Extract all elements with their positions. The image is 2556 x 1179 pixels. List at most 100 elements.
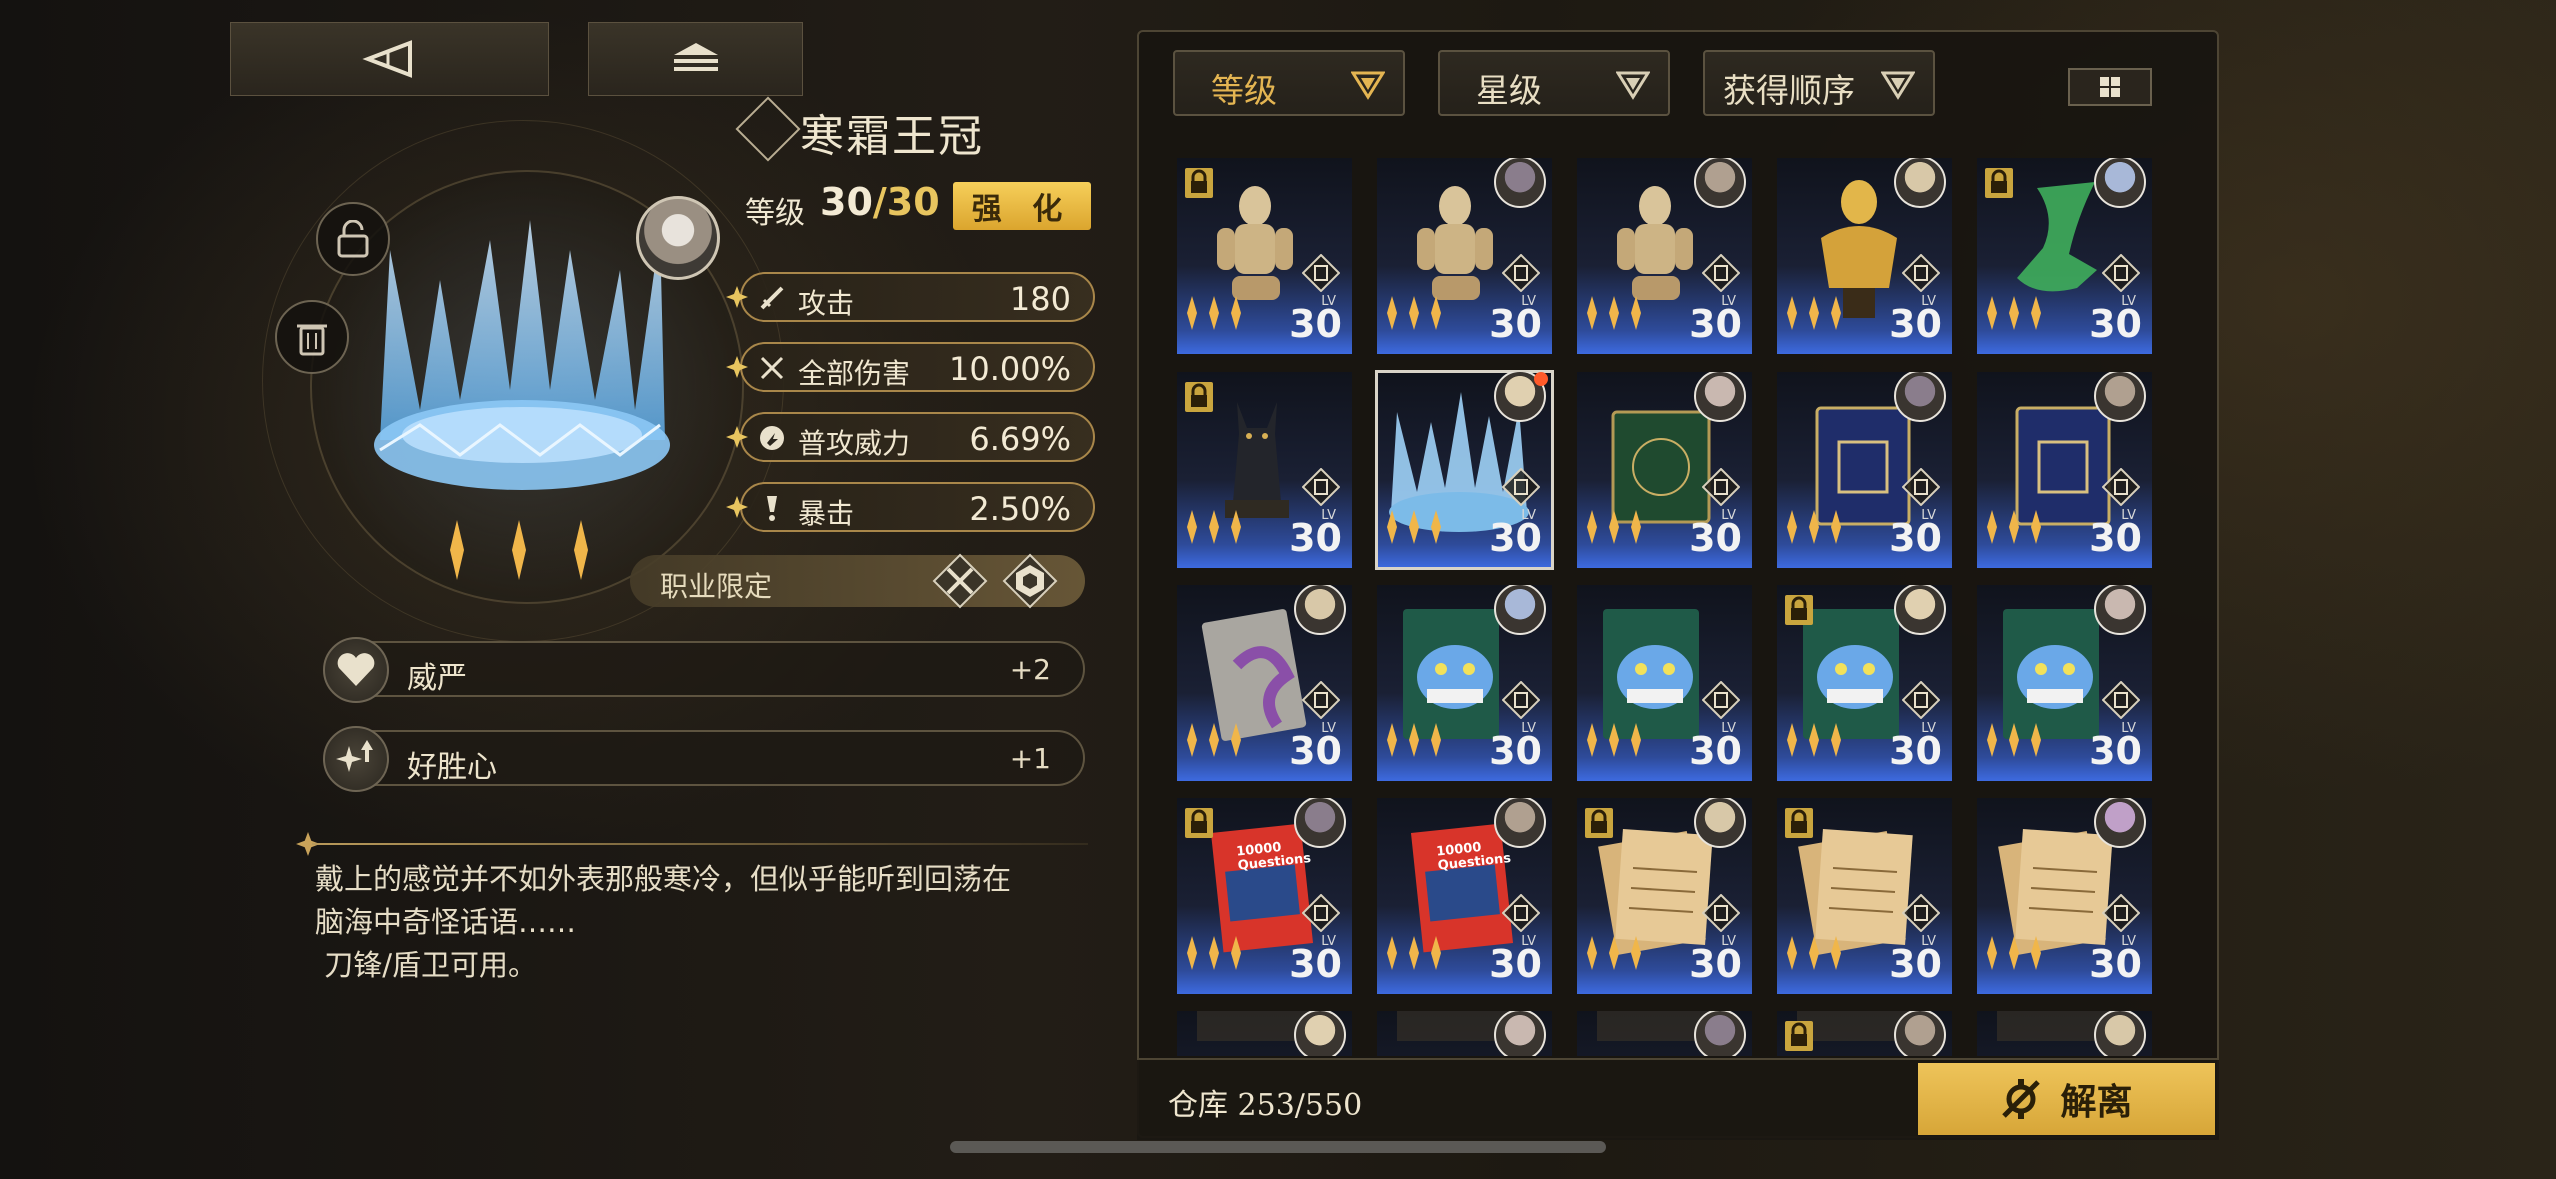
inventory-card-unknown[interactable] xyxy=(1777,1011,1952,1056)
screen: 寒霜王冠 等级 30/30 强 化 攻击 180 全部伤害 10.00% 普攻威… xyxy=(0,0,2556,1179)
inventory-card-gold-bust[interactable]: LV 30 xyxy=(1777,158,1952,354)
star-icon xyxy=(1609,510,1619,544)
star-icon xyxy=(2031,510,2041,544)
inventory-card-jade-dancer[interactable]: LV 30 xyxy=(1977,158,2152,354)
star-icon xyxy=(1809,296,1819,330)
home-indicator[interactable] xyxy=(950,1141,1606,1153)
star-icon xyxy=(1187,510,1197,544)
star-icon xyxy=(1387,936,1397,970)
inventory-card-music-sheet[interactable]: LV 30 xyxy=(1777,798,1952,994)
inventory-card-tentacle-card[interactable]: LV 30 xyxy=(1177,585,1352,781)
filter-order-dropdown[interactable]: 获得顺序 xyxy=(1703,50,1935,116)
star-icon xyxy=(2031,936,2041,970)
back-arrow-icon xyxy=(361,40,412,78)
inventory-card-black-cat[interactable]: LV 30 xyxy=(1177,372,1352,568)
star-icon xyxy=(1409,296,1419,330)
sword-icon xyxy=(760,286,784,310)
card-level: 30 xyxy=(1689,516,1742,560)
card-stars xyxy=(1785,936,1843,970)
inventory-card-unknown[interactable] xyxy=(1577,1011,1752,1056)
owner-avatar xyxy=(1494,158,1546,208)
home-button[interactable] xyxy=(588,22,803,96)
star-icon xyxy=(1631,296,1641,330)
owner-avatar xyxy=(2094,585,2146,635)
inventory-card-wooden-doll[interactable]: LV 30 xyxy=(1177,158,1352,354)
card-stars xyxy=(1785,296,1843,330)
item-description: 戴上的感觉并不如外表那般寒冷，但似乎能听到回荡在 脑海中奇怪话语…… 刀锋/盾卫… xyxy=(315,858,1095,987)
star-icon xyxy=(1787,936,1797,970)
star-icon xyxy=(1609,723,1619,757)
trash-icon xyxy=(297,324,327,356)
inventory-card-wooden-doll[interactable]: LV 30 xyxy=(1577,158,1752,354)
star-icon xyxy=(1209,936,1219,970)
filter-level-dropdown[interactable]: 等级 xyxy=(1173,50,1405,116)
owner-avatar xyxy=(1494,798,1546,848)
accessory-type-icon xyxy=(2102,681,2140,719)
skill-row-dignity[interactable]: 威严 +2 xyxy=(323,637,1085,703)
inventory-card-unknown[interactable] xyxy=(1177,1011,1352,1056)
star-icon xyxy=(1631,723,1641,757)
inventory-card-unknown[interactable] xyxy=(1377,1011,1552,1056)
star-icon xyxy=(1587,723,1597,757)
skill-value: +2 xyxy=(1009,653,1051,686)
star-icon xyxy=(1831,510,1841,544)
inventory-card-cheshire-card[interactable]: LV 30 xyxy=(1577,585,1752,781)
filter-label: 星级 xyxy=(1476,71,1542,110)
grid-view-button[interactable] xyxy=(2068,68,2152,106)
enhance-button[interactable]: 强 化 xyxy=(953,182,1091,230)
star-icon xyxy=(1209,296,1219,330)
star-icon xyxy=(1809,510,1819,544)
equipped-character-avatar[interactable] xyxy=(636,196,720,280)
stat-row-all-damage: 全部伤害 10.00% xyxy=(726,342,1095,392)
card-level: 30 xyxy=(1689,729,1742,773)
inventory-card-question-book[interactable]: 10000 Questions LV 30 xyxy=(1177,798,1352,994)
accessory-type-icon xyxy=(1702,681,1740,719)
inventory-card-blue-book[interactable]: LV 30 xyxy=(1977,372,2152,568)
exclamation-icon xyxy=(767,496,777,521)
stat-bullet-icon xyxy=(726,426,748,448)
stat-value: 10.00% xyxy=(948,350,1071,388)
stack-icon xyxy=(673,43,718,71)
blade-class-icon xyxy=(932,553,988,609)
filter-star-dropdown[interactable]: 星级 xyxy=(1438,50,1670,116)
star-icon xyxy=(1609,296,1619,330)
card-stars xyxy=(1985,510,2043,544)
inventory-card-question-book[interactable]: 10000 Questions LV 30 xyxy=(1377,798,1552,994)
inventory-card-blue-book[interactable]: LV 30 xyxy=(1777,372,1952,568)
back-button[interactable] xyxy=(230,22,549,96)
card-stars xyxy=(1385,510,1443,544)
owner-avatar xyxy=(2094,372,2146,422)
card-stars xyxy=(1785,510,1843,544)
storage-value: 253/550 xyxy=(1237,1088,1363,1123)
star-icon xyxy=(1387,510,1397,544)
inventory-card-cheshire-card[interactable]: LV 30 xyxy=(1977,585,2152,781)
description-divider xyxy=(312,843,1088,845)
inventory-card-music-sheet[interactable]: LV 30 xyxy=(1577,798,1752,994)
description-line: 戴上的感觉并不如外表那般寒冷，但似乎能听到回荡在 xyxy=(315,862,1012,896)
chevron-down-icon xyxy=(1881,71,1915,100)
card-stars xyxy=(1585,296,1643,330)
lock-icon xyxy=(1185,168,1213,198)
inventory-card-ice-crown[interactable]: LV 30 xyxy=(1375,370,1554,570)
star-icon xyxy=(1231,510,1241,544)
accessory-type-icon xyxy=(1902,894,1940,932)
inventory-card-cheshire-card[interactable]: LV 30 xyxy=(1777,585,1952,781)
item-name: 寒霜王冠 xyxy=(800,111,984,162)
inventory-card-green-book[interactable]: LV 30 xyxy=(1577,372,1752,568)
star-icon xyxy=(1987,936,1997,970)
card-level: 30 xyxy=(2089,302,2142,346)
job-limit-bar[interactable]: 职业限定 xyxy=(630,553,1085,609)
accessory-type-icon xyxy=(2102,894,2140,932)
inventory-card-unknown[interactable] xyxy=(1977,1011,2152,1056)
skill-row-competitive[interactable]: 好胜心 +1 xyxy=(323,726,1085,792)
storage-count: 仓库 253/550 xyxy=(1168,1080,1362,1124)
delete-button[interactable] xyxy=(275,300,349,374)
level-max: 30 xyxy=(886,180,940,224)
accessory-type-icon xyxy=(1902,254,1940,292)
card-stars xyxy=(1585,936,1643,970)
inventory-card-wooden-doll[interactable]: LV 30 xyxy=(1377,158,1552,354)
dismantle-button[interactable]: 解离 xyxy=(1918,1063,2215,1135)
inventory-card-cheshire-card[interactable]: LV 30 xyxy=(1377,585,1552,781)
inventory-card-music-sheet[interactable]: LV 30 xyxy=(1977,798,2152,994)
lock-toggle-button[interactable] xyxy=(316,202,390,276)
